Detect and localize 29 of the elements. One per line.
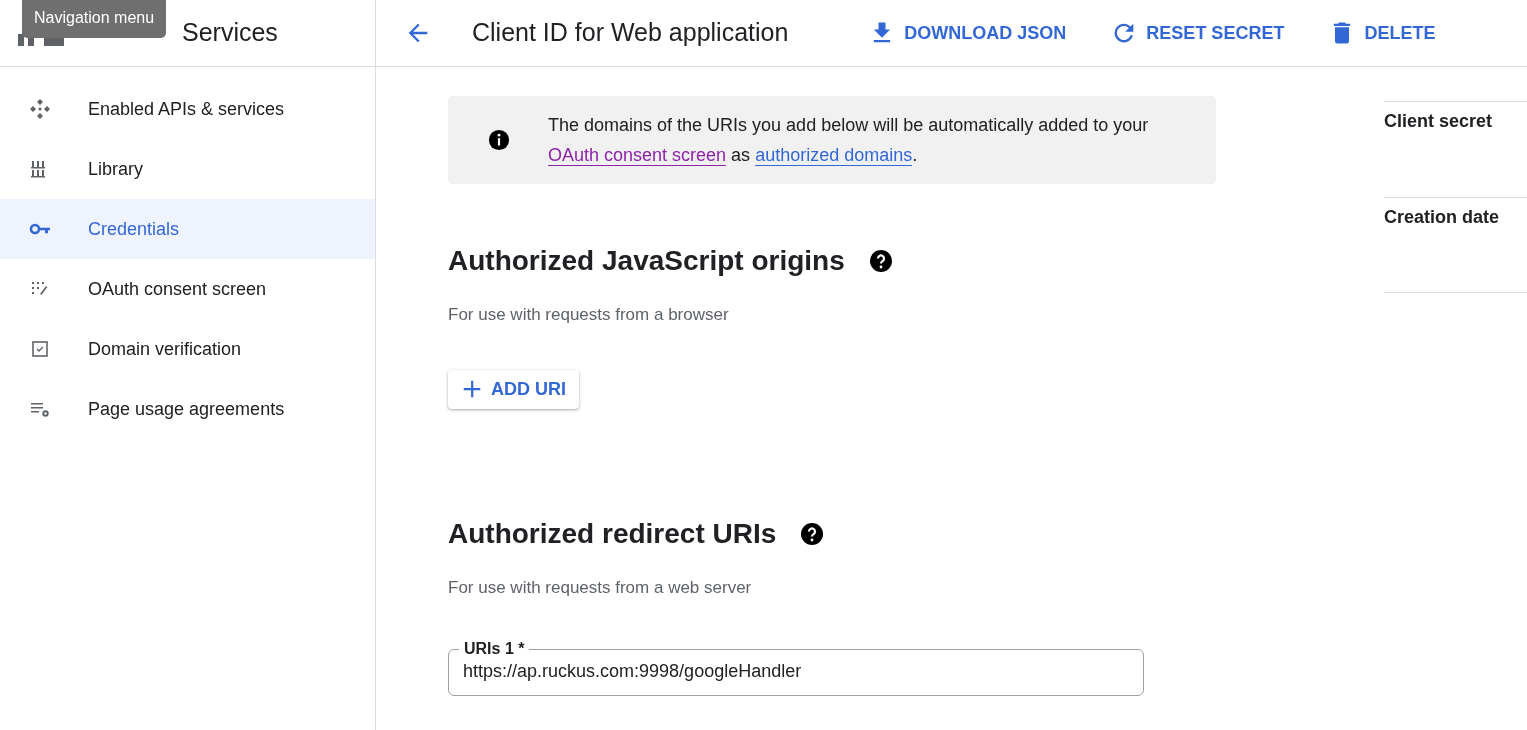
info-icon — [488, 129, 510, 151]
nav-item[interactable]: OAuth consent screen — [0, 259, 375, 319]
section-description: For use with requests from a web server — [448, 576, 753, 599]
url-field[interactable]: URIs 1 * https://ap.ruckus.com:9998/googleHandler — [448, 640, 1144, 696]
section-description: For use with requests from a browser — [448, 304, 730, 326]
action-button[interactable]: DOWNLOAD JSON — [868, 19, 1067, 47]
page-title: Client ID for Web application — [472, 17, 789, 49]
nav-item[interactable]: Credentials — [0, 199, 375, 259]
nav-item[interactable]: Enabled APIs & services — [0, 79, 375, 139]
add-uri-button[interactable]: ADD URI — [448, 369, 579, 409]
section-title: Services — [182, 17, 278, 49]
tooltip: Navigation menu — [22, 0, 167, 38]
field-label: Client secret — [1384, 111, 1493, 131]
link[interactable]: OAuth consent screen — [548, 145, 727, 166]
action-button[interactable]: DELETE — [1328, 19, 1436, 47]
nav-item[interactable]: Page usage agreements — [0, 379, 375, 439]
section-heading: Authorized JavaScript origins — [448, 244, 845, 278]
field-label: Creation date — [1384, 207, 1500, 227]
nav-item[interactable]: Domain verification — [0, 319, 375, 379]
nav-item[interactable]: Library — [0, 139, 375, 199]
link[interactable]: authorized domains — [755, 145, 913, 166]
logo-icon — [18, 34, 64, 46]
info-text: The domains of the URIs you add below will be automatically added to your OAuth consent screen as authorized domains. — [548, 114, 1150, 168]
help-icon[interactable] — [800, 521, 825, 546]
plus-icon — [461, 378, 483, 400]
section-heading: Authorized redirect URIs — [448, 516, 777, 551]
apis-icon — [28, 97, 52, 121]
action-button[interactable]: RESET SECRET — [1110, 19, 1285, 47]
help-icon[interactable] — [868, 249, 893, 273]
